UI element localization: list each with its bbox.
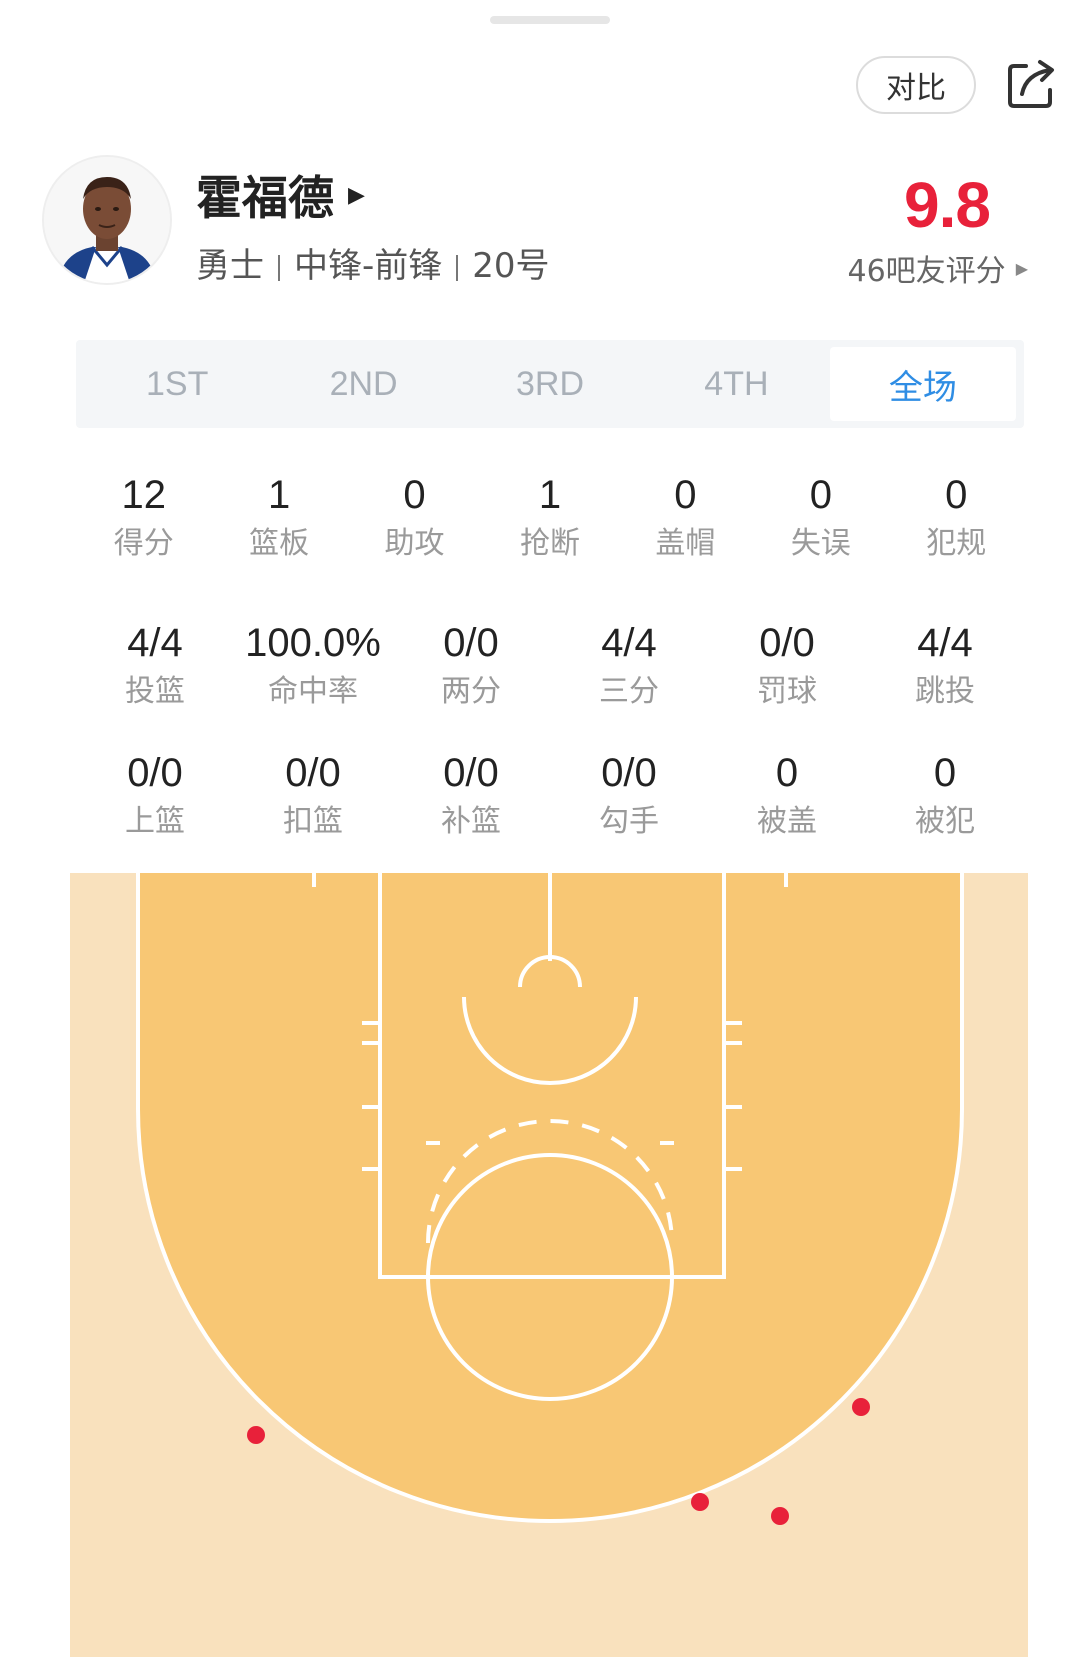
drag-handle[interactable] [490, 16, 610, 24]
stat-value: 0 [933, 751, 957, 795]
stat-value: 0/0 [601, 751, 657, 795]
stat-item: 1 篮板 [211, 472, 346, 564]
stat-value: 0 [809, 473, 832, 517]
stat-item: 0/0 勾手 [550, 750, 708, 842]
stat-value: 0/0 [443, 621, 499, 665]
stat-label: 扣篮 [283, 804, 343, 839]
stat-value: 0/0 [443, 751, 499, 795]
player-name-text: 霍福德 [196, 171, 334, 225]
made-shot-dot [852, 1398, 870, 1416]
stat-label: 失误 [790, 526, 851, 561]
stat-item: 0/0 补篮 [392, 750, 550, 842]
stat-value: 0 [403, 473, 426, 517]
stat-item: 0 助攻 [347, 472, 482, 564]
tab-3rd[interactable]: 3RD [457, 347, 643, 421]
basic-stats-row: 12 得分 1 篮板 0 助攻 1 抢断 0 盖帽 0 失误 0 犯规 [76, 472, 1024, 564]
stat-item: 0 被犯 [866, 750, 1024, 842]
stat-label: 三分 [599, 674, 659, 709]
stat-item: 0/0 两分 [392, 620, 550, 712]
stat-label: 助攻 [384, 526, 445, 561]
compare-button[interactable]: 对比 [856, 56, 976, 114]
divider [456, 254, 459, 281]
player-number: 20号 [472, 246, 550, 286]
player-position: 中锋-前锋 [294, 246, 443, 286]
stat-label: 得分 [113, 526, 174, 561]
stat-value: 0 [945, 473, 968, 517]
stat-label: 抢断 [519, 526, 580, 561]
tab-full-game[interactable]: 全场 [829, 347, 1017, 421]
stat-value: 4/4 [917, 621, 973, 665]
stat-label: 上篮 [125, 804, 185, 839]
stat-label: 两分 [441, 674, 501, 709]
rating-count: 46吧友评分 [847, 254, 1006, 289]
share-icon[interactable] [1004, 56, 1060, 112]
period-tabs: 1ST 2ND 3RD 4TH 全场 [76, 340, 1024, 428]
stat-item: 100.0% 命中率 [234, 620, 392, 712]
stat-label: 跳投 [915, 674, 975, 709]
stat-value: 100.0% [245, 621, 381, 665]
stat-value: 1 [268, 473, 291, 517]
made-shot-dot [247, 1426, 265, 1444]
shooting-stats-row: 4/4 投篮 100.0% 命中率 0/0 两分 4/4 三分 0/0 罚球 4/4 跳投 [76, 620, 1024, 712]
player-name[interactable]: 霍福德 ▶ [196, 162, 365, 228]
stat-label: 投篮 [125, 674, 185, 709]
caret-right-icon: ▶ [348, 182, 365, 208]
stat-label: 犯规 [926, 526, 987, 561]
stat-item: 0 盖帽 [618, 472, 753, 564]
stat-label: 勾手 [599, 804, 659, 839]
stat-value: 1 [538, 473, 562, 517]
stat-value: 0/0 [285, 751, 341, 795]
stat-item: 0 失误 [753, 472, 888, 564]
rating-score: 9.8 [904, 169, 991, 241]
stat-item: 0/0 罚球 [708, 620, 866, 712]
stat-label: 命中率 [268, 674, 358, 709]
shot-chart-court [70, 873, 1028, 1657]
stat-value: 0 [674, 473, 697, 517]
stat-item: 0/0 扣篮 [234, 750, 392, 842]
stat-value: 4/4 [127, 621, 183, 665]
stat-label: 罚球 [757, 674, 817, 709]
stat-item: 0/0 上篮 [76, 750, 234, 842]
stat-label: 补篮 [441, 804, 501, 839]
tab-1st[interactable]: 1ST [84, 347, 270, 421]
stat-item: 4/4 三分 [550, 620, 708, 712]
stat-item: 0 被盖 [708, 750, 866, 842]
stat-value: 12 [121, 473, 166, 517]
tab-4th[interactable]: 4TH [643, 347, 829, 421]
caret-right-icon: ▶ [1015, 258, 1028, 278]
stat-item: 4/4 投篮 [76, 620, 234, 712]
player-avatar[interactable] [42, 155, 172, 285]
stat-label: 被盖 [757, 804, 817, 839]
stat-value: 0/0 [759, 621, 815, 665]
rating-link[interactable]: 46吧友评分 ▶ [848, 246, 1029, 290]
made-shot-dot [771, 1507, 789, 1525]
stat-label: 篮板 [249, 526, 310, 561]
player-team: 勇士 [196, 246, 264, 286]
detail-stats-row: 0/0 上篮 0/0 扣篮 0/0 补篮 0/0 勾手 0 被盖 0 被犯 [76, 750, 1024, 842]
player-meta: 勇士 中锋-前锋 20号 [196, 238, 550, 287]
stat-item: 0 犯规 [889, 472, 1024, 564]
stat-item: 4/4 跳投 [866, 620, 1024, 712]
stat-item: 1 抢断 [482, 472, 617, 564]
stat-value: 0/0 [127, 751, 183, 795]
stat-item: 12 得分 [76, 472, 211, 564]
made-shot-dot [691, 1493, 709, 1511]
divider [278, 254, 280, 281]
stat-value: 4/4 [601, 621, 657, 665]
stat-label: 盖帽 [655, 526, 716, 561]
tab-2nd[interactable]: 2ND [270, 347, 456, 421]
stat-label: 被犯 [915, 804, 975, 839]
stat-value: 0 [775, 751, 799, 795]
